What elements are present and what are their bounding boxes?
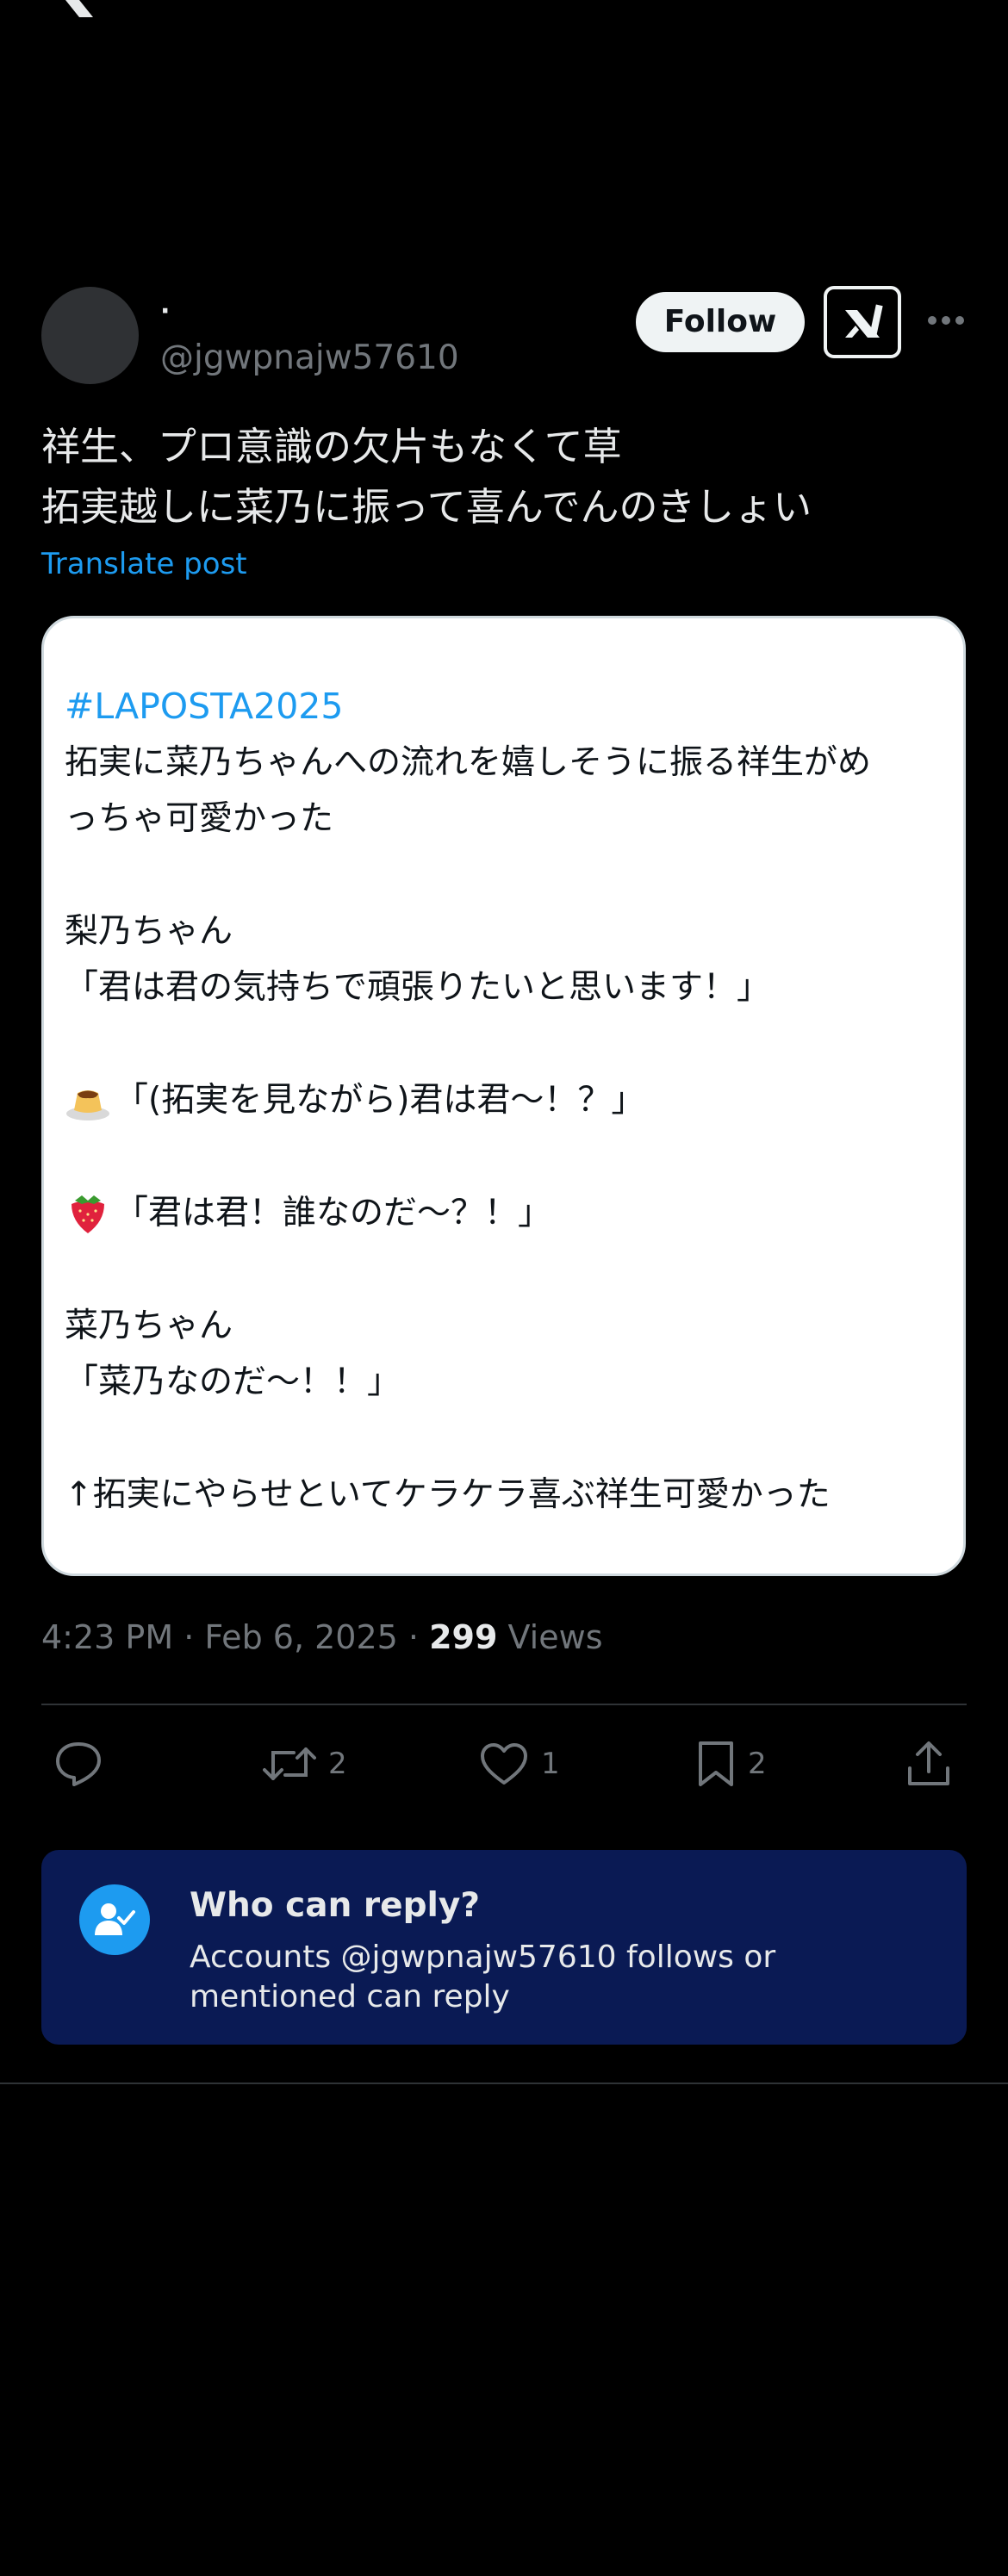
views-count[interactable]: 299	[429, 1618, 497, 1656]
card-line-with-emoji: 「(拓実を見ながら)君は君〜！？」	[65, 1072, 943, 1128]
tweet-text-line: 拓実越しに菜乃に振って喜んでんのきしょい	[41, 484, 812, 530]
like-button[interactable]: 1	[479, 1740, 560, 1788]
like-count: 1	[541, 1747, 560, 1781]
card-line: ↑拓実にやらせといてケラケラ喜ぶ祥生可愛かった	[65, 1475, 831, 1514]
bookmark-icon	[699, 1741, 733, 1786]
meta-separator: ·	[408, 1618, 419, 1656]
card-blank-line	[65, 1015, 943, 1072]
card-line: 菜乃ちゃん	[65, 1307, 233, 1345]
card-line: 梨乃ちゃん	[65, 912, 233, 951]
share-button[interactable]	[906, 1740, 951, 1788]
reply-icon	[56, 1742, 101, 1786]
avatar[interactable]	[41, 287, 139, 384]
grok-icon	[845, 304, 883, 338]
grok-button[interactable]	[824, 286, 901, 358]
display-name[interactable]: ·	[160, 297, 170, 326]
follow-button[interactable]: Follow	[636, 292, 805, 352]
card-blank-line	[65, 1241, 943, 1298]
author-handle[interactable]: @jgwpnajw57610	[160, 338, 459, 378]
retweet-count: 2	[328, 1747, 347, 1781]
reply-restriction-description: Accounts @jgwpnajw57610 follows or menti…	[190, 1940, 776, 2014]
card-blank-line	[65, 1128, 943, 1185]
divider	[0, 2083, 1008, 2084]
tweet-date[interactable]: Feb 6, 2025	[204, 1618, 397, 1656]
reply-restriction-notice: Who can reply? Accounts @jgwpnajw57610 f…	[41, 1850, 967, 2045]
more-dots-icon	[928, 316, 964, 325]
reply-button[interactable]	[53, 1740, 103, 1788]
card-hashtag[interactable]: #LAPOSTA2025	[65, 679, 943, 735]
attached-image-card[interactable]: #LAPOSTA2025 拓実に菜乃ちゃんへの流れを嬉しそうに振る祥生がめ っち…	[41, 616, 966, 1576]
user-check-icon	[79, 1884, 150, 1955]
bookmark-button[interactable]: 2	[696, 1740, 767, 1788]
retweet-button[interactable]: 2	[263, 1740, 347, 1788]
pudding-emoji-icon	[65, 1079, 111, 1122]
card-line: 「菜乃なのだ〜！！」	[65, 1362, 401, 1401]
tweet-time[interactable]: 4:23 PM	[41, 1618, 173, 1656]
divider	[41, 1704, 967, 1705]
views-label: Views	[507, 1618, 603, 1656]
x-logo-icon[interactable]	[41, 0, 96, 17]
card-blank-line	[65, 1410, 943, 1467]
card-blank-line	[65, 847, 943, 903]
tweet-text-line: 祥生、プロ意識の欠片もなくて草	[41, 424, 622, 469]
card-line: 拓実に菜乃ちゃんへの流れを嬉しそうに振る祥生がめ	[65, 743, 872, 782]
card-line: っちゃ可愛かった	[65, 799, 334, 838]
strawberry-emoji-icon	[65, 1192, 111, 1235]
reply-restriction-title: Who can reply?	[190, 1886, 480, 1925]
share-icon	[908, 1741, 949, 1785]
translate-post-link[interactable]: Translate post	[41, 543, 247, 586]
bookmark-count: 2	[748, 1747, 767, 1781]
tweet-text: 祥生、プロ意識の欠片もなくて草 拓実越しに菜乃に振って喜んでんのきしょい	[41, 417, 972, 537]
heart-icon	[481, 1743, 527, 1785]
retweet-icon	[263, 1747, 316, 1780]
card-line: 「君は君の気持ちで頑張りたいと思います！」	[65, 968, 771, 1007]
card-line-with-emoji: 「君は君！誰なのだ〜？！」	[65, 1185, 943, 1241]
more-options-button[interactable]	[922, 303, 970, 338]
tweet-meta: 4:23 PM · Feb 6, 2025 · 299 Views	[41, 1616, 603, 1659]
meta-separator: ·	[184, 1618, 195, 1656]
card-text: #LAPOSTA2025 拓実に菜乃ちゃんへの流れを嬉しそうに振る祥生がめ っち…	[65, 679, 943, 1523]
